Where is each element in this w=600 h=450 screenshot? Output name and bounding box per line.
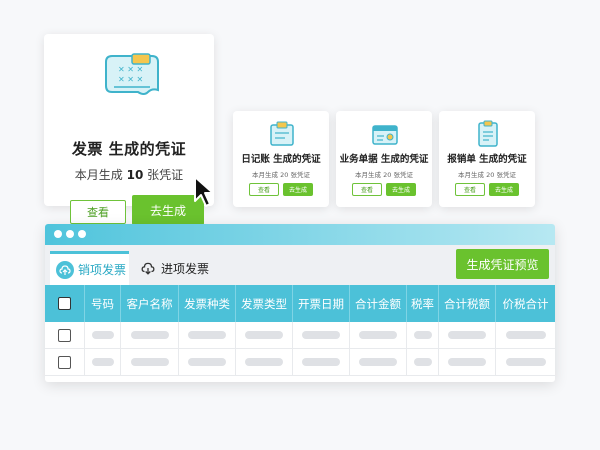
card-title: 报销单 生成的凭证 (447, 154, 527, 165)
row-checkbox[interactable] (58, 355, 71, 369)
card-subtitle: 本月生成 20 张凭证 (458, 171, 516, 179)
table-cell (236, 322, 293, 348)
tab-label: 进项发票 (161, 261, 210, 276)
invoice-window: 销项发票 进项发票 生成凭证预览 号码 客户名称 发票种类 发票类型 开票日期 … (45, 224, 555, 382)
generate-button[interactable]: 去生成 (283, 183, 313, 196)
placeholder-bar (130, 331, 169, 339)
business-document-voucher-card: 业务单据 生成的凭证 本月生成 20 张凭证 查看 去生成 (336, 111, 432, 207)
placeholder-bar (505, 331, 546, 339)
generate-voucher-preview-button[interactable]: 生成凭证预览 (456, 249, 549, 279)
card-subtitle: 本月生成 10 张凭证 (74, 168, 184, 182)
mouse-cursor-icon (194, 176, 214, 207)
table-cell (293, 322, 350, 348)
tab-label: 销项发票 (78, 263, 127, 277)
reimbursement-voucher-card: 报销单 生成的凭证 本月生成 20 张凭证 查看 去生成 (439, 111, 535, 207)
upload-cloud-icon (56, 260, 74, 279)
tab-purchase-invoice[interactable]: 进项发票 (133, 251, 211, 285)
column-header[interactable]: 客户名称 (121, 285, 179, 322)
invoice-voucher-card: ✕ ✕ ✕ ✕ ✕ ✕ 发票 生成的凭证 本月生成 10 张凭证 查看 去生成 (44, 34, 214, 225)
placeholder-bar (359, 358, 397, 366)
table-cell (85, 349, 121, 375)
view-button[interactable]: 查看 (249, 183, 279, 196)
table-cell (439, 322, 496, 348)
svg-text:✕ ✕ ✕: ✕ ✕ ✕ (118, 65, 143, 74)
table-cell (496, 349, 555, 375)
reimbursement-icon (478, 120, 498, 147)
generate-button[interactable]: 去生成 (386, 183, 416, 196)
card-subtitle: 本月生成 20 张凭证 (252, 171, 310, 179)
placeholder-bar (448, 358, 486, 366)
column-header[interactable]: 发票类型 (236, 285, 293, 322)
placeholder-bar (91, 358, 114, 366)
placeholder-bar (245, 358, 283, 366)
select-all-cell (45, 285, 85, 322)
placeholder-bar (188, 358, 226, 366)
invoice-icon: ✕ ✕ ✕ ✕ ✕ ✕ (105, 53, 159, 95)
table-cell (407, 349, 439, 375)
generate-button[interactable]: 去生成 (489, 183, 519, 196)
placeholder-bar (359, 331, 397, 339)
table-cell (496, 322, 555, 348)
table-cell (350, 349, 407, 375)
table-cell (350, 322, 407, 348)
business-document-icon (372, 125, 398, 145)
view-button[interactable]: 查看 (352, 183, 382, 196)
placeholder-bar (302, 331, 340, 339)
card-title: 业务单据 生成的凭证 (339, 154, 429, 165)
column-header[interactable]: 发票种类 (179, 285, 236, 322)
window-titlebar (45, 224, 555, 245)
placeholder-bar (91, 331, 114, 339)
table-cell (85, 322, 121, 348)
table-cell (236, 349, 293, 375)
table-cell (179, 322, 236, 348)
table-cell (439, 349, 496, 375)
column-header[interactable]: 开票日期 (293, 285, 350, 322)
table-cell (407, 322, 439, 348)
placeholder-bar (245, 331, 283, 339)
placeholder-bar (413, 331, 432, 339)
column-header[interactable]: 税率 (407, 285, 439, 322)
table-cell (293, 349, 350, 375)
download-cloud-icon (139, 259, 157, 277)
svg-text:✕ ✕ ✕: ✕ ✕ ✕ (118, 75, 143, 84)
tab-sales-invoice[interactable]: 销项发票 (50, 251, 129, 285)
placeholder-bar (188, 331, 226, 339)
voucher-count: 10 (126, 168, 144, 182)
table-cell (121, 349, 179, 375)
tab-bar: 销项发票 进项发票 生成凭证预览 (45, 245, 555, 285)
view-button[interactable]: 查看 (70, 200, 126, 224)
table-row[interactable] (45, 322, 555, 349)
table-header: 号码 客户名称 发票种类 发票类型 开票日期 合计金额 税率 合计税额 价税合计 (45, 285, 555, 322)
table-cell (121, 322, 179, 348)
card-title: 日记账 生成的凭证 (241, 154, 321, 165)
card-subtitle: 本月生成 20 张凭证 (355, 171, 413, 179)
window-dot (78, 230, 86, 238)
card-title: 发票 生成的凭证 (71, 140, 187, 158)
table-row[interactable] (45, 349, 555, 376)
placeholder-bar (302, 358, 340, 366)
placeholder-bar (130, 358, 169, 366)
row-checkbox[interactable] (58, 328, 71, 342)
row-select-cell (45, 322, 85, 348)
journal-voucher-card: 日记账 生成的凭证 本月生成 20 张凭证 查看 去生成 (233, 111, 329, 207)
placeholder-bar (448, 331, 486, 339)
column-header[interactable]: 价税合计 (496, 285, 555, 322)
placeholder-bar (505, 358, 546, 366)
window-dot (54, 230, 62, 238)
column-header[interactable]: 合计税额 (439, 285, 496, 322)
window-dot (66, 230, 74, 238)
row-select-cell (45, 349, 85, 375)
table-cell (179, 349, 236, 375)
view-button[interactable]: 查看 (455, 183, 485, 196)
placeholder-bar (413, 358, 432, 366)
journal-icon (270, 121, 294, 146)
select-all-checkbox[interactable] (58, 297, 71, 310)
column-header[interactable]: 合计金额 (350, 285, 407, 322)
column-header[interactable]: 号码 (85, 285, 121, 322)
